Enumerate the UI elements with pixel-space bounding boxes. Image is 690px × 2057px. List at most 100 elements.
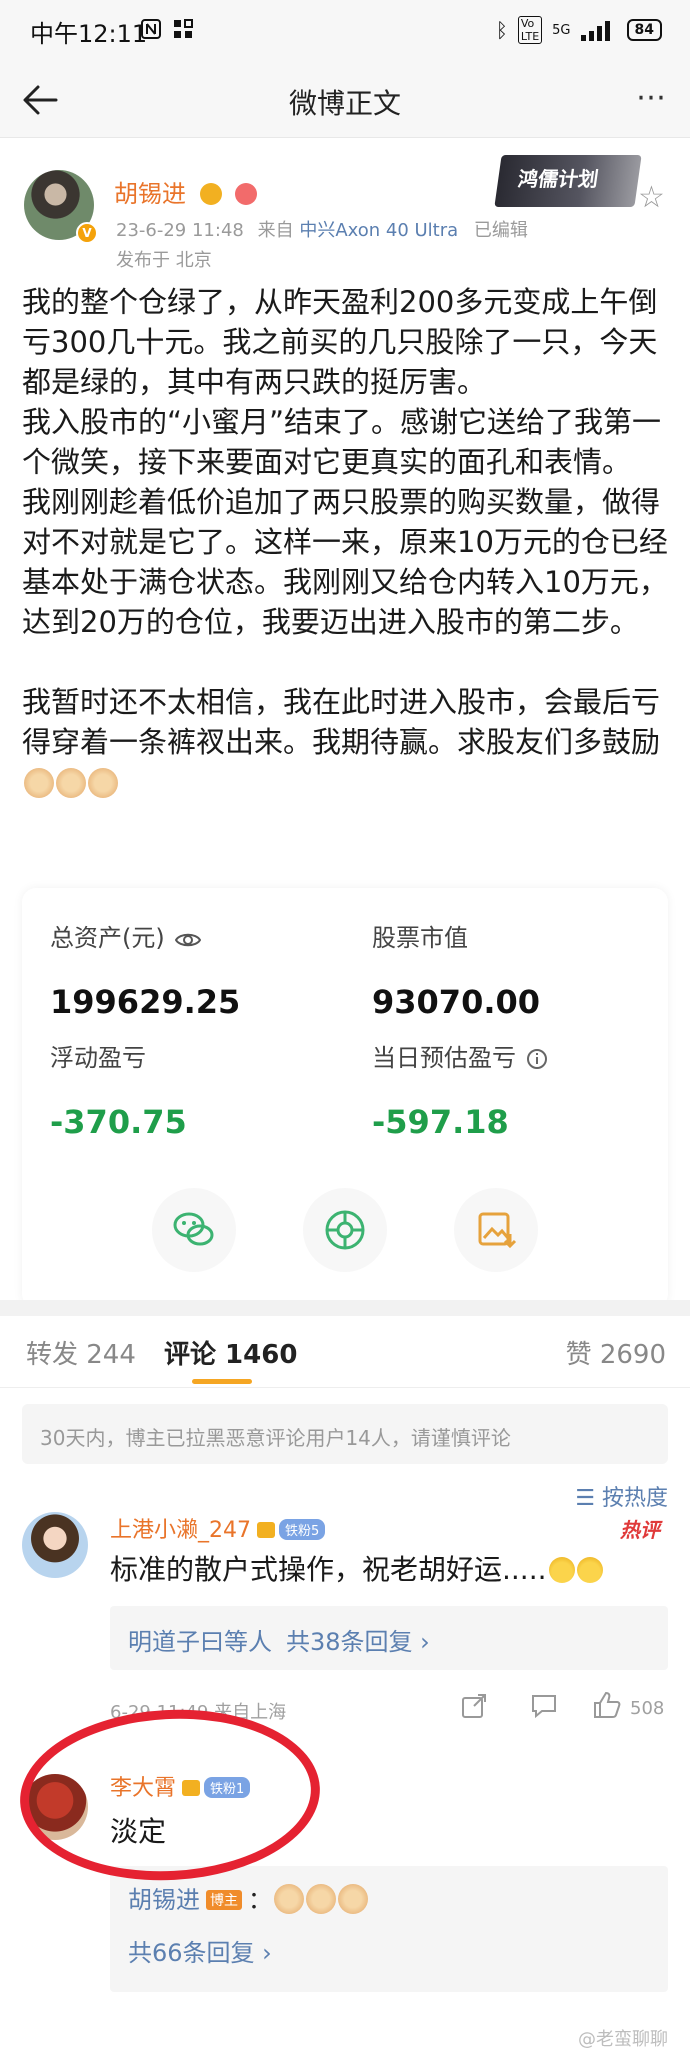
pray-emoji-icon	[56, 768, 86, 798]
volte-icon: Vo LTE	[517, 16, 543, 44]
grid-icon	[174, 19, 193, 38]
post-body: 我的整个仓绿了，从昨天盈利200多元变成上午倒亏300几十元。我之前买的几只股除…	[22, 282, 668, 802]
status-indicators: ᛒ Vo LTE 5G 84	[496, 16, 662, 44]
save-image-icon	[478, 1212, 517, 1249]
post-device[interactable]: 中兴Axon 40 Ultra	[299, 220, 458, 241]
tab-comment[interactable]: 评论 1460	[164, 1334, 297, 1371]
post-paragraph: 我入股市的“小蜜月”结束了。感谢它送给了我第一个微笑，接下来要面对它更真实的面孔…	[22, 405, 662, 479]
battery-indicator: 84	[626, 19, 662, 41]
pray-emoji-icon	[338, 1884, 368, 1914]
interaction-tabs: 转发 244 评论 1460 赞 2690	[0, 1316, 690, 1388]
market-value-value: 93070.00	[372, 983, 541, 1021]
source-prefix: 来自	[257, 220, 294, 241]
author-name-text[interactable]: 胡锡进	[114, 180, 186, 208]
campaign-banner[interactable]: 鸿儒计划	[494, 155, 642, 207]
pray-emoji-icon	[274, 1884, 304, 1914]
daily-pl-value: -597.18	[372, 1103, 509, 1141]
reply-names[interactable]: 明道子曰等人	[128, 1628, 272, 1656]
post-meta: 23-6-29 11:48 来自 中兴Axon 40 Ultra 已编辑	[116, 216, 528, 242]
page-title: 微博正文	[288, 87, 401, 120]
edited-label[interactable]: 已编辑	[474, 220, 528, 241]
host-tag: 博主	[206, 1890, 242, 1910]
reply-preview[interactable]: 胡锡进 博主 ： 共66条回复 ›	[110, 1866, 668, 1992]
sort-by-hot-button[interactable]: ☰ 按热度	[575, 1480, 668, 1512]
eye-icon[interactable]	[174, 930, 201, 950]
portfolio-card[interactable]: 总资产(元) 199629.25 股票市值 93070.00 浮动盈亏 -370…	[22, 888, 668, 1308]
commenter-name-text[interactable]: 上港小濑_247	[110, 1518, 251, 1543]
favorite-star-icon[interactable]: ☆	[638, 180, 665, 215]
floating-pl-label: 浮动盈亏	[50, 1044, 146, 1072]
daily-pl-label: 当日预估盈亏	[372, 1038, 548, 1073]
share-wechat-button[interactable]	[152, 1188, 236, 1272]
status-time: 中午12:11	[30, 20, 148, 48]
comment-text-content: 标准的散户式操作，祝老胡好运.....	[110, 1553, 547, 1586]
comment-notice: 30天内，博主已拉黑恶意评论用户14人，请谨慎评论	[22, 1404, 668, 1464]
hot-comment-tag: 热评	[620, 1518, 660, 1542]
post-paragraph	[22, 642, 668, 682]
commenter-avatar[interactable]	[22, 1512, 88, 1578]
thumbs-up-icon	[594, 1691, 621, 1718]
moments-icon	[325, 1210, 365, 1250]
daily-pl: 当日预估盈亏 -597.18	[372, 1038, 548, 1141]
tab-like[interactable]: 赞 2690	[566, 1334, 666, 1371]
reply-comment-icon[interactable]	[530, 1692, 558, 1725]
more-options-icon[interactable]: ⋯	[636, 80, 668, 115]
tab-repost[interactable]: 转发 244	[26, 1334, 136, 1371]
bluetooth-icon: ᛒ	[495, 18, 508, 42]
post-location: 发布于 北京	[116, 250, 212, 271]
comment-text: 标准的散户式操作，祝老胡好运.....	[110, 1548, 603, 1588]
post-paragraph: 我的整个仓绿了，从昨天盈利200多元变成上午倒亏300几十元。我之前买的几只股除…	[22, 285, 658, 399]
market-value-label: 股票市值	[372, 924, 468, 952]
post-paragraph-text: 我暂时还不太相信，我在此时进入股市，会最后亏得穿着一条裤衩出来。我期待赢。求股友…	[22, 685, 661, 759]
wechat-icon	[173, 1212, 214, 1246]
total-assets: 总资产(元) 199629.25	[50, 918, 240, 1021]
reply-author[interactable]: 胡锡进	[128, 1886, 200, 1914]
reply-preview-line[interactable]: 胡锡进 博主 ：	[110, 1880, 668, 1915]
reply-colon: ：	[248, 1886, 272, 1914]
sort-icon: ☰	[575, 1486, 602, 1511]
floating-pl-value: -370.75	[50, 1103, 187, 1141]
total-assets-label: 总资产(元)	[50, 918, 240, 953]
fan-badge: 铁粉5	[279, 1519, 326, 1540]
market-value: 股票市值 93070.00	[372, 918, 540, 1021]
info-icon[interactable]	[526, 1048, 548, 1070]
sort-label[interactable]: 按热度	[602, 1486, 668, 1511]
section-divider	[0, 1300, 690, 1316]
annotation-circle	[15, 1702, 325, 1888]
save-image-button[interactable]	[454, 1188, 538, 1272]
reply-summary-line[interactable]: 明道子曰等人 共38条回复 ›	[110, 1622, 668, 1657]
reply-summary[interactable]: 明道子曰等人 共38条回复 ›	[110, 1606, 668, 1670]
floating-pl: 浮动盈亏 -370.75	[50, 1038, 187, 1141]
signal-label: 5G	[552, 22, 571, 38]
author-name[interactable]: 胡锡进	[114, 174, 258, 209]
reply-count-link[interactable]: 共66条回复 ›	[110, 1933, 668, 1968]
pray-emoji-icon	[24, 768, 54, 798]
active-tab-indicator	[192, 1379, 252, 1384]
nav-bar: 微博正文 ⋯	[0, 62, 690, 138]
status-bar: 中午12:11 ᛒ Vo LTE 5G 84	[0, 0, 690, 62]
crown-icon	[257, 1522, 275, 1538]
daily-pl-label-text: 当日预估盈亏	[372, 1044, 516, 1072]
pray-emoji-icon	[88, 768, 118, 798]
total-assets-label-text: 总资产(元)	[50, 924, 165, 952]
watermark: @老蛮聊聊	[578, 2029, 668, 2050]
post-paragraph-last: 我暂时还不太相信，我在此时进入股市，会最后亏得穿着一条裤衩出来。我期待赢。求股友…	[22, 682, 668, 802]
post-timestamp: 23-6-29 11:48	[116, 220, 244, 241]
share-moments-button[interactable]	[303, 1188, 387, 1272]
like-comment-button[interactable]	[592, 1690, 622, 1725]
signal-icon	[580, 21, 610, 41]
post-paragraph: 我刚刚趁着低价追加了两只股票的购买数量，做得对不对就是它了。这样一来，原来10万…	[22, 485, 668, 639]
medal-icon	[199, 183, 222, 205]
commenter-name[interactable]: 上港小濑_247 铁粉5	[110, 1512, 326, 1544]
pray-emoji-icon	[306, 1884, 336, 1914]
laugh-cry-emoji-icon	[548, 1557, 575, 1583]
status-app-icons	[140, 18, 194, 40]
red-badge-icon	[235, 183, 258, 205]
laugh-cry-emoji-icon	[576, 1557, 603, 1583]
total-assets-value: 199629.25	[50, 983, 241, 1021]
reply-count[interactable]: 共38条回复 ›	[286, 1628, 430, 1656]
nfc-icon	[141, 19, 161, 39]
verified-badge-icon: V	[76, 222, 98, 244]
comment-like-count: 508	[630, 1698, 665, 1719]
share-comment-icon[interactable]	[460, 1692, 488, 1725]
